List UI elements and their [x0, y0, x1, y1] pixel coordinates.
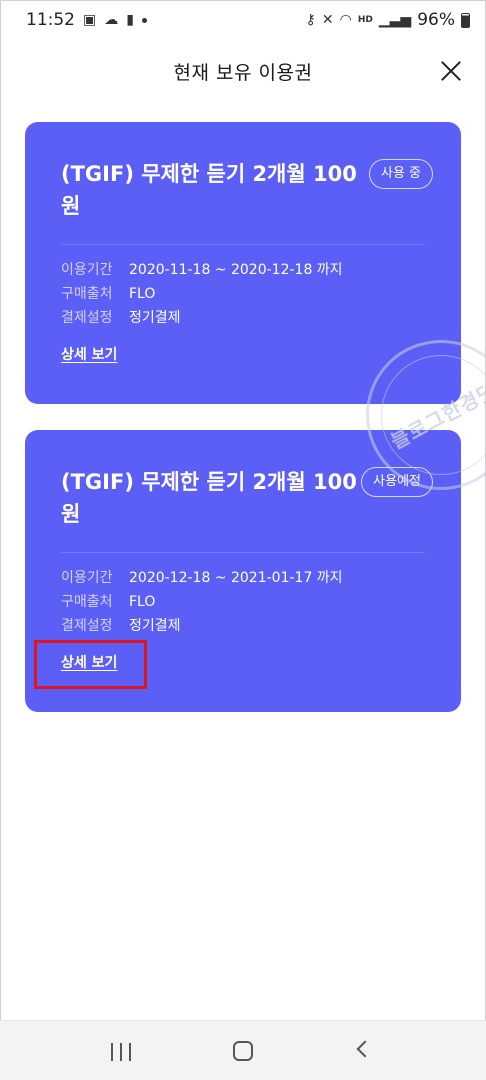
period-row: 이용기간 2020-12-18 ~ 2021-01-17 까지: [61, 566, 343, 590]
payment-label: 결제설정: [61, 310, 113, 326]
period-label: 이용기간: [61, 570, 113, 586]
key-icon: ⚷: [305, 12, 316, 28]
source-label: 구매출처: [61, 286, 113, 302]
period-label: 이용기간: [61, 262, 113, 278]
app-notification-icon: ▮: [126, 12, 134, 28]
more-notifications-icon: [141, 17, 147, 23]
payment-row: 결제설정 정기결제: [61, 306, 343, 330]
page-header: 현재 보유 이용권: [0, 48, 486, 94]
highlight-box: [34, 640, 147, 689]
recent-apps-icon: [111, 1042, 131, 1061]
back-button[interactable]: [345, 1031, 385, 1071]
clock: 11:52: [26, 10, 75, 30]
gallery-icon: ▣: [83, 12, 97, 28]
close-button[interactable]: [440, 60, 462, 82]
wifi-icon: ◠: [339, 12, 352, 28]
hd-voice-icon: HD: [357, 14, 373, 25]
back-icon: [356, 1040, 374, 1057]
period-value: 2020-11-18 ~ 2020-12-18 까지: [129, 262, 343, 278]
pass-title: (TGIF) 무제한 듣기 2개월 100원: [61, 470, 357, 526]
navigation-bar: [0, 1020, 486, 1080]
source-row: 구매출처 FLO: [61, 590, 343, 614]
card-divider: [61, 552, 425, 553]
period-row: 이용기간 2020-11-18 ~ 2020-12-18 까지: [61, 258, 343, 282]
page-title: 현재 보유 이용권: [173, 61, 313, 84]
battery-percent: 96%: [417, 10, 455, 30]
pass-title: (TGIF) 무제한 듣기 2개월 100원: [61, 162, 357, 218]
source-label: 구매출처: [61, 594, 113, 610]
signal-icon: ▁▃▅: [378, 12, 412, 28]
detail-link[interactable]: 상세 보기: [61, 344, 117, 364]
source-value: FLO: [129, 286, 156, 302]
cloud-icon: ☁: [104, 12, 119, 28]
source-value: FLO: [129, 594, 156, 610]
recent-apps-button[interactable]: [101, 1031, 141, 1071]
mute-icon: ✕: [321, 12, 334, 28]
payment-value: 정기결제: [129, 310, 181, 326]
pass-info: 이용기간 2020-12-18 ~ 2021-01-17 까지 구매출처 FLO…: [61, 566, 343, 638]
payment-row: 결제설정 정기결제: [61, 614, 343, 638]
home-icon: [233, 1040, 253, 1061]
battery-icon: [461, 12, 470, 28]
status-bar: 11:52 ▣ ☁ ▮ ⚷ ✕ ◠ HD ▁▃▅ 96%: [0, 0, 486, 40]
payment-label: 결제설정: [61, 618, 113, 634]
payment-value: 정기결제: [129, 618, 181, 634]
source-row: 구매출처 FLO: [61, 282, 343, 306]
status-badge: 사용 중: [368, 159, 433, 189]
period-value: 2020-12-18 ~ 2021-01-17 까지: [129, 570, 343, 586]
pass-info: 이용기간 2020-11-18 ~ 2020-12-18 까지 구매출처 FLO…: [61, 258, 343, 330]
card-divider: [61, 244, 425, 245]
home-button[interactable]: [223, 1031, 263, 1071]
